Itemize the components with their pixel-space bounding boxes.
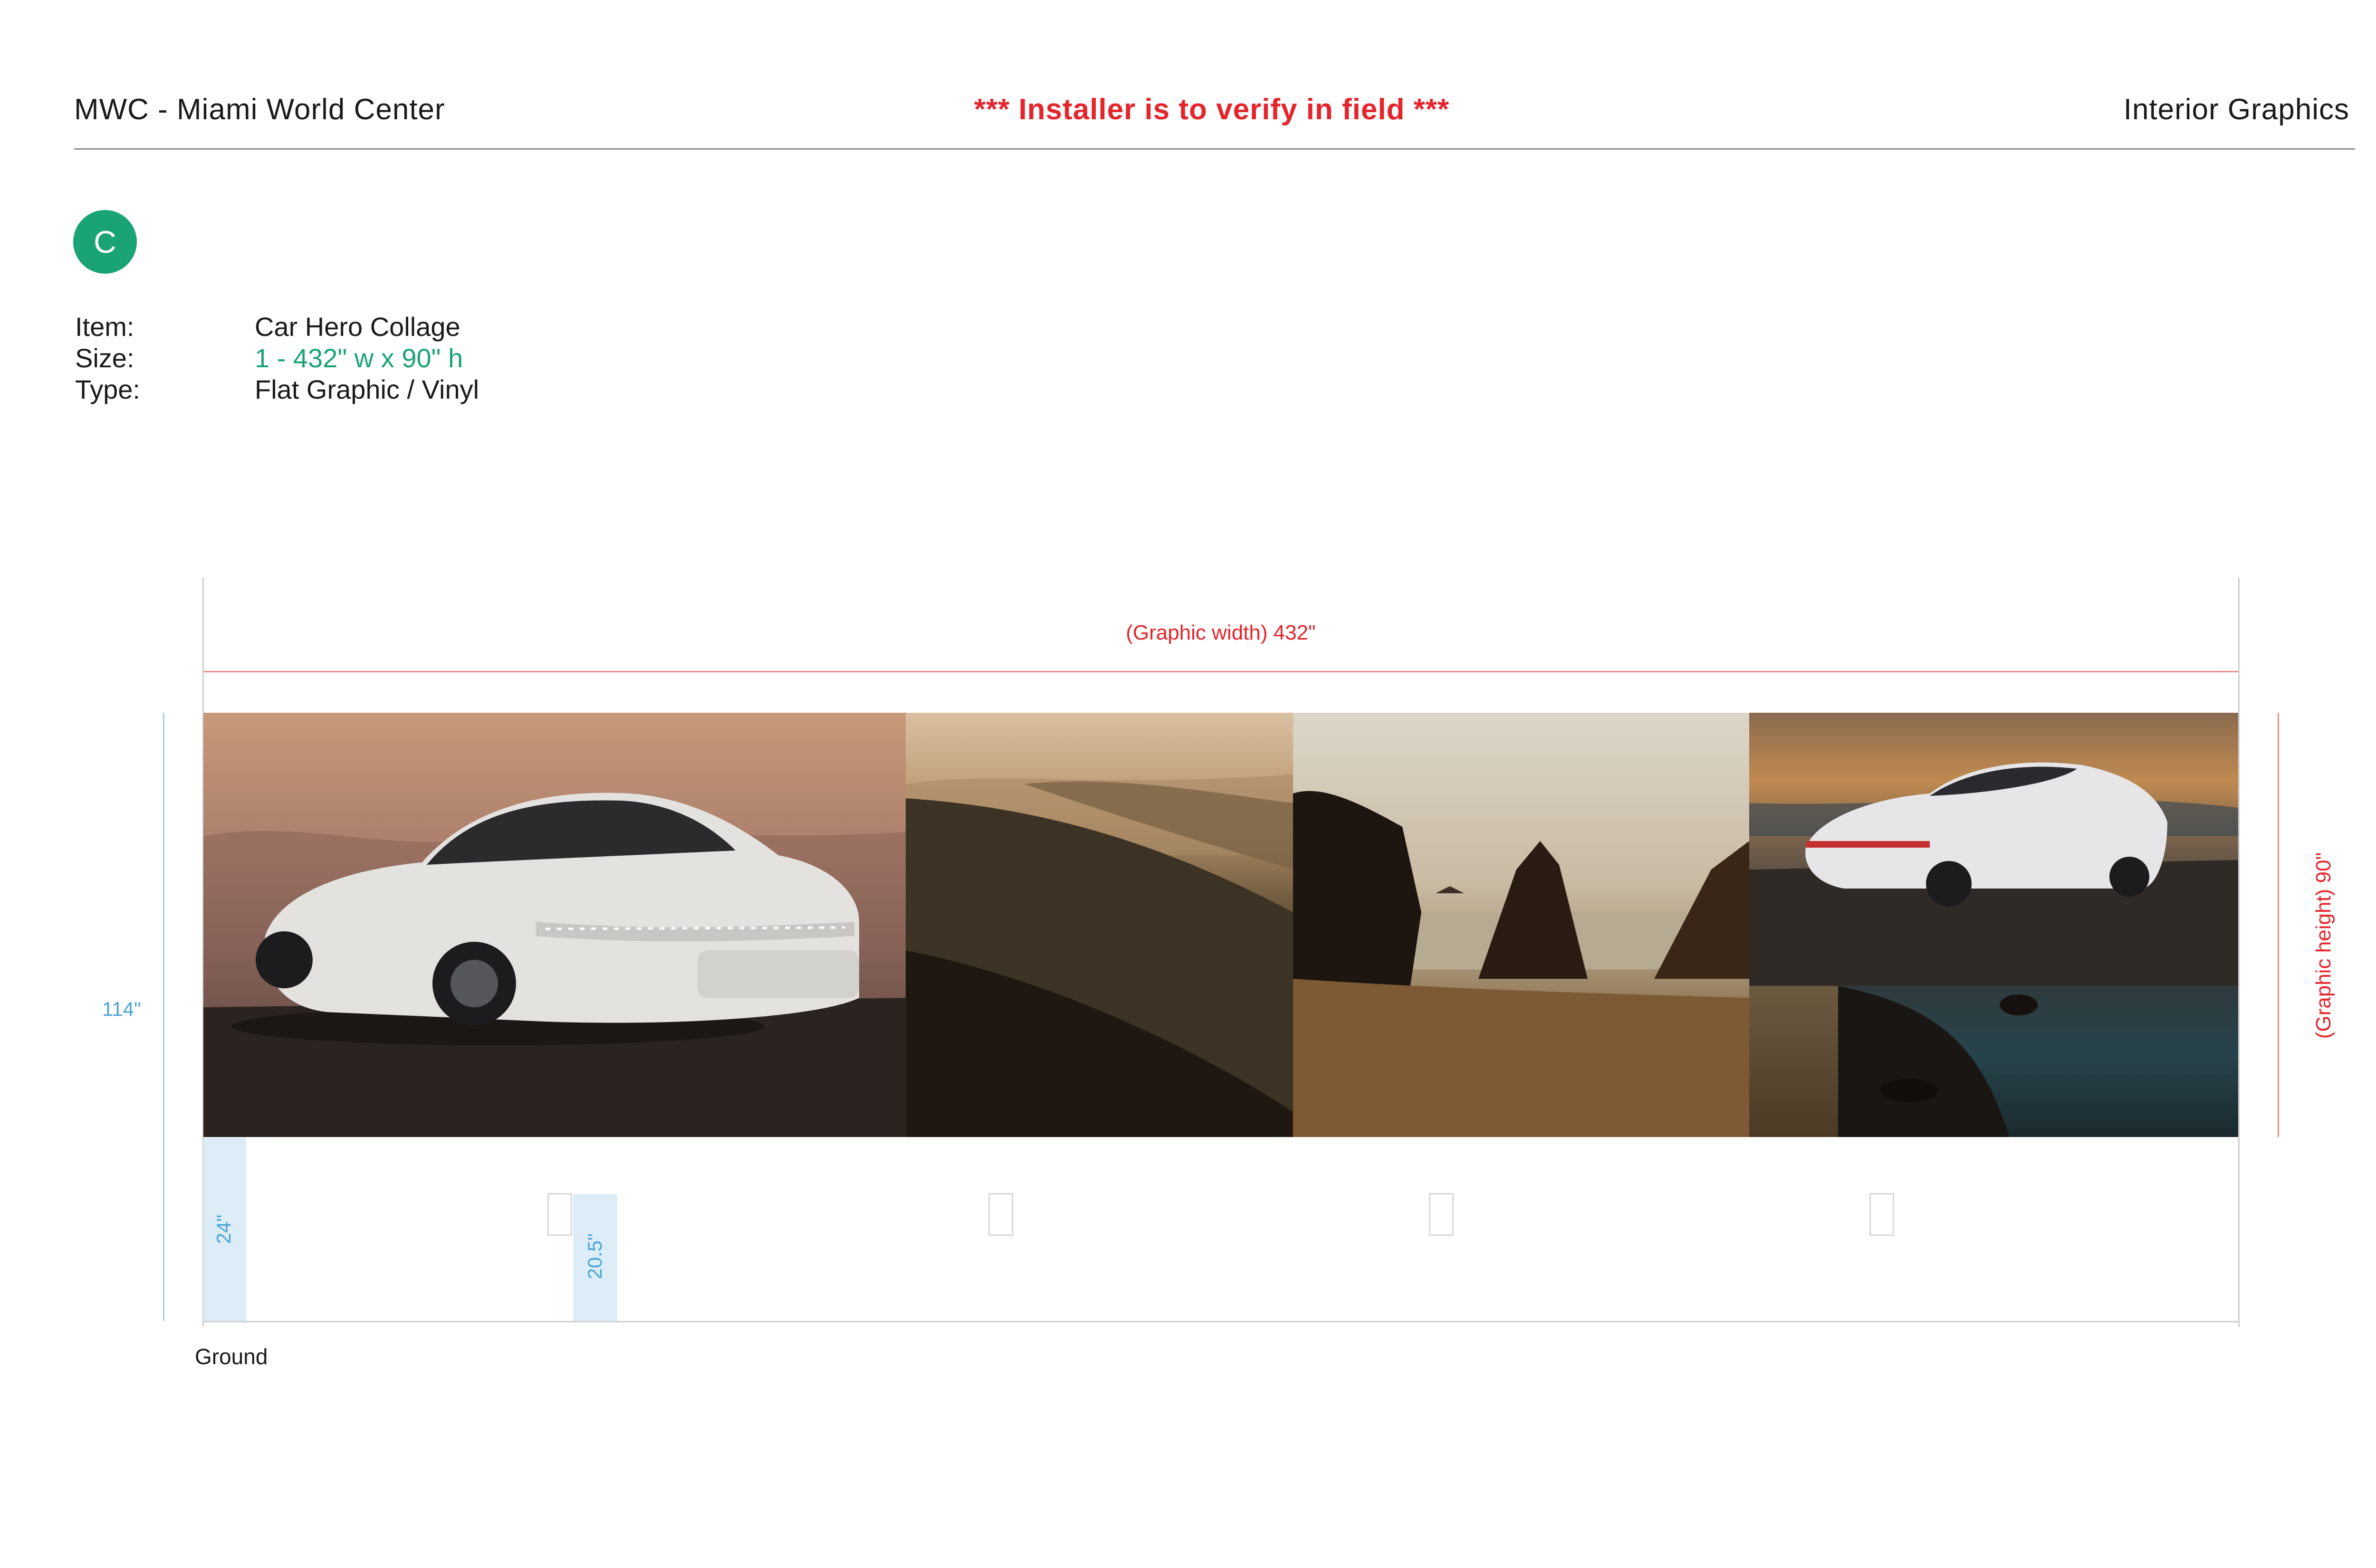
window-marker [1869,1193,1894,1236]
coast-rocks-photo [1293,713,1749,1137]
item-label: Item: [75,312,134,342]
installer-note: *** Installer is to verify in field *** [974,93,1450,126]
shore-sand-photo [1749,986,1838,1137]
section-title: Interior Graphics [2123,93,2349,126]
type-label: Type: [75,374,140,404]
window-marker [1429,1193,1454,1236]
size-label: Size: [75,343,134,373]
wall-height-label: 114" [102,998,141,1020]
width-dimension-line [203,671,2238,672]
shore-water-photo [1838,986,2238,1137]
height-dimension-line [2278,713,2279,1137]
height-block-20-5-label: 20.5" [584,1233,606,1280]
front-car-illustration [203,793,906,1137]
location-badge: C [73,210,137,274]
rear-car-photo [1749,713,2238,986]
window-marker [547,1193,572,1236]
hills-photo [906,713,1293,1137]
graphic-height-label: (Graphic height) 90" [2312,852,2335,1039]
hills-illustration [906,774,1293,1137]
wall-height-line [163,713,164,1321]
size-value: 1 - 432" w x 90" h [255,343,463,373]
rear-car-illustration [1749,762,2238,986]
car-hero-collage [203,713,2238,1137]
ground-label: Ground [195,1344,268,1369]
header-divider [74,148,2355,150]
shore-water-illustration [1838,986,2038,1137]
graphic-width-label: (Graphic width) 432" [1126,621,1316,644]
type-value: Flat Graphic / Vinyl [255,374,479,404]
item-value: Car Hero Collage [255,312,460,342]
front-car-photo [203,713,906,1137]
coast-rocks-illustration [1293,791,1749,1137]
wall-right-edge [2238,577,2240,1327]
height-block-24-label: 24" [212,1214,235,1244]
ground-line [203,1321,2238,1322]
window-marker [988,1193,1013,1236]
